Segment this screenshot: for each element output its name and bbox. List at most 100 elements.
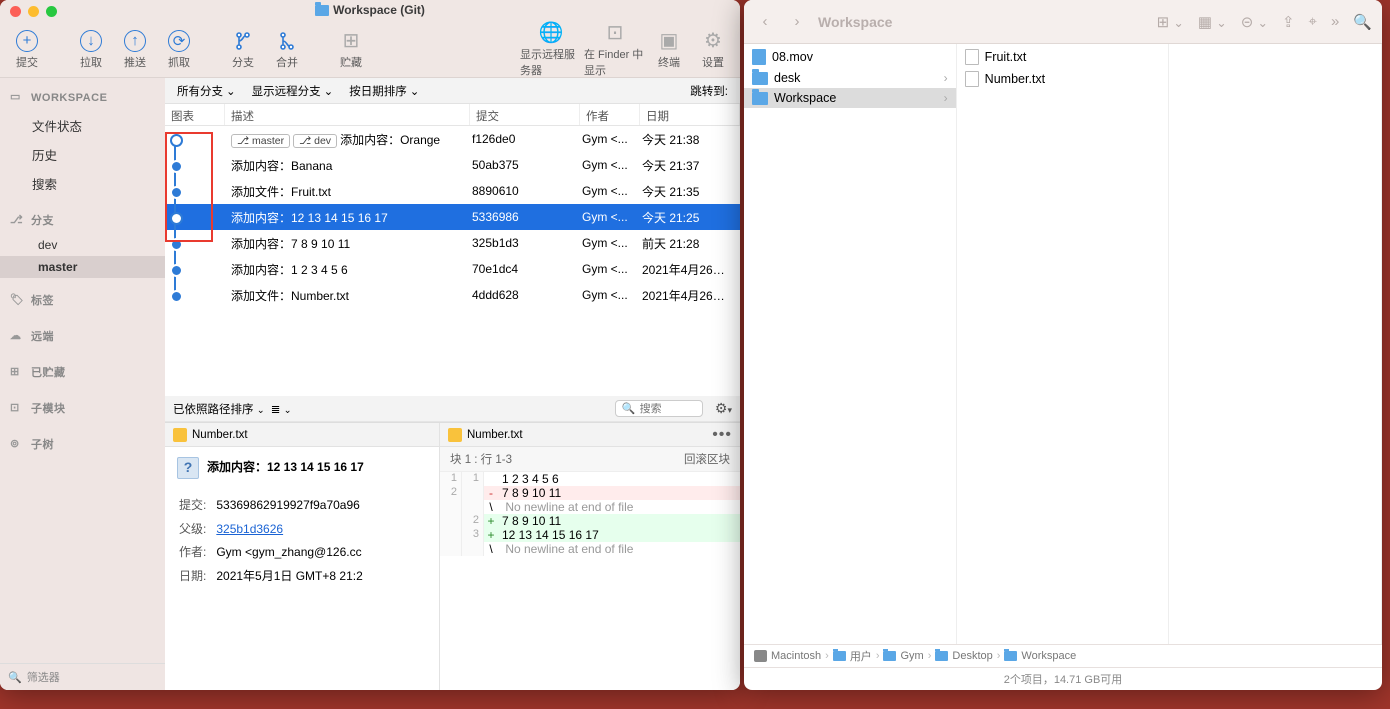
revert-hunk-button[interactable]: 回滚区块 — [684, 451, 730, 467]
finder-path-bar[interactable]: Macintosh› 用户› Gym› Desktop› Workspace — [744, 644, 1382, 667]
commit-button[interactable]: +提交 — [6, 24, 48, 76]
col-author[interactable]: 作者 — [580, 104, 640, 125]
detail-search[interactable]: 🔍 — [615, 400, 703, 417]
sidebar-filter[interactable]: 🔍 筛选器 — [0, 663, 165, 690]
finder-item[interactable]: desk› — [744, 68, 956, 88]
merge-button[interactable]: 合并 — [266, 24, 308, 76]
col-desc[interactable]: 描述 — [225, 104, 470, 125]
view-mode-icon[interactable]: ≣ ⌄ — [271, 402, 292, 416]
finder-item[interactable]: Workspace› — [744, 88, 956, 108]
search-icon: 🔍 — [622, 402, 636, 415]
show-remote-button[interactable]: 🌐显示远程服务器 — [520, 24, 582, 76]
chevron-right-icon: › — [944, 71, 948, 85]
val-parent[interactable]: 325b1d3626 — [216, 522, 283, 536]
diff-body: 11 1 2 3 4 5 62-7 8 9 10 11\ No newline … — [440, 472, 740, 556]
terminal-button[interactable]: ▣终端 — [648, 24, 690, 76]
finder-item[interactable]: 08.mov — [744, 46, 956, 68]
diff-line: \ No newline at end of file — [440, 500, 740, 514]
lbl-commit: 提交: — [179, 495, 214, 517]
file-icon — [965, 71, 979, 87]
commit-row[interactable]: 添加内容：12 13 14 15 16 175336986Gym <...今天 … — [165, 204, 740, 230]
push-button[interactable]: ↑推送 — [114, 24, 156, 76]
diff-line: \ No newline at end of file — [440, 542, 740, 556]
avatar-placeholder-icon: ? — [177, 457, 199, 479]
back-button[interactable]: ‹ — [754, 11, 776, 33]
branch-button[interactable]: 分支 — [222, 24, 264, 76]
sidebar-history[interactable]: 历史 — [0, 140, 165, 169]
finder-item[interactable]: Number.txt — [957, 68, 1169, 90]
lbl-parent: 父级: — [179, 519, 214, 541]
file-tab[interactable]: Number.txt — [165, 423, 439, 447]
branches-header[interactable]: ⎇分支 — [0, 206, 165, 234]
filter-placeholder: 筛选器 — [27, 669, 60, 685]
tag-icon[interactable]: ⌖ — [1309, 13, 1317, 30]
forward-button[interactable]: › — [786, 11, 808, 33]
more-icon[interactable]: ••• — [712, 426, 732, 444]
folder-icon — [315, 5, 329, 16]
remote-toggle[interactable]: 显示远程分支 ⌄ — [246, 81, 340, 101]
file-pane: Number.txt ? 添加内容：12 13 14 15 16 17 提交:5… — [165, 423, 440, 690]
col-graph[interactable]: 图表 — [165, 104, 225, 125]
tags-header[interactable]: 🏷标签 — [0, 286, 165, 314]
settings-button[interactable]: ⚙设置 — [692, 24, 734, 76]
disk-icon — [754, 650, 767, 662]
branch-master[interactable]: master — [0, 256, 165, 278]
column-headers: 图表 描述 提交 作者 日期 — [165, 104, 740, 126]
finder-title: Workspace — [818, 14, 892, 30]
file-status-icon — [448, 428, 462, 442]
subtrees-header[interactable]: ⊚子树 — [0, 430, 165, 458]
filter-icon: 🔍 — [8, 671, 22, 684]
folder-icon — [752, 72, 768, 85]
group-icon[interactable]: ▦ ⌄ — [1198, 13, 1227, 31]
diff-line: 2-7 8 9 10 11 — [440, 486, 740, 500]
toolbar: +提交 ↓拉取 ↑推送 ⟳抓取 分支 合并 ⊞贮藏 🌐显示远程服务器 ⊡在 Fi… — [0, 22, 740, 78]
folder-icon — [752, 92, 768, 105]
chevron-right-icon: › — [944, 91, 948, 105]
fetch-button[interactable]: ⟳抓取 — [158, 24, 200, 76]
finder-column-2: Fruit.txtNumber.txt — [957, 44, 1170, 644]
folder-icon — [1004, 651, 1017, 661]
remotes-header[interactable]: ☁远端 — [0, 322, 165, 350]
action-icon[interactable]: ⊝ ⌄ — [1241, 13, 1268, 31]
stash-button[interactable]: ⊞贮藏 — [330, 24, 372, 76]
pull-button[interactable]: ↓拉取 — [70, 24, 112, 76]
diff-line: 3+12 13 14 15 16 17 — [440, 528, 740, 542]
file-icon — [965, 49, 979, 65]
search-icon[interactable]: 🔍 — [1353, 13, 1372, 31]
more-icon[interactable]: » — [1331, 13, 1339, 30]
col-date[interactable]: 日期 — [640, 104, 740, 125]
gear-icon[interactable]: ⚙▾ — [715, 400, 732, 417]
commit-row[interactable]: 添加文件：Fruit.txt8890610Gym <...今天 21:35 — [165, 178, 740, 204]
window-title: Workspace (Git) — [0, 3, 740, 17]
path-sort[interactable]: 已依照路径排序 ⌄ — [173, 401, 265, 417]
commit-row[interactable]: 添加内容：7 8 9 10 11325b1d3Gym <...前天 21:28 — [165, 230, 740, 256]
finder-item[interactable]: Fruit.txt — [957, 46, 1169, 68]
show-in-finder-button[interactable]: ⊡在 Finder 中显示 — [584, 24, 646, 76]
sidebar-search[interactable]: 搜索 — [0, 169, 165, 198]
sidebar-file-status[interactable]: 文件状态 — [0, 111, 165, 140]
submodules-header[interactable]: ⊡子模块 — [0, 394, 165, 422]
branch-filter[interactable]: 所有分支 ⌄ — [171, 81, 242, 101]
stashes-header[interactable]: ⊞已贮藏 — [0, 358, 165, 386]
main-area: 所有分支 ⌄ 显示远程分支 ⌄ 按日期排序 ⌄ 跳转到: 图表 描述 提交 作者… — [165, 78, 740, 690]
branch-dev[interactable]: dev — [0, 234, 165, 256]
commit-row[interactable]: ⎇ master⎇ dev添加内容：Orangef126de0Gym <...今… — [165, 126, 740, 152]
lbl-author: 作者: — [179, 542, 214, 564]
commit-row[interactable]: 添加文件：Number.txt4ddd628Gym <...2021年4月26日… — [165, 282, 740, 308]
search-input[interactable] — [640, 403, 694, 415]
diff-line: 2+7 8 9 10 11 — [440, 514, 740, 528]
diff-pane: Number.txt ••• 块 1 : 行 1-3 回滚区块 11 1 2 3… — [440, 423, 740, 690]
val-commit: 53369862919927f9a70a96 — [216, 495, 362, 517]
diff-file-tab[interactable]: Number.txt — [448, 428, 523, 442]
order-select[interactable]: 按日期排序 ⌄ — [343, 81, 425, 101]
commit-row[interactable]: 添加内容：1 2 3 4 5 670e1dc4Gym <...2021年4月26… — [165, 256, 740, 282]
commit-list: ⎇ master⎇ dev添加内容：Orangef126de0Gym <...今… — [165, 126, 740, 396]
col-commit[interactable]: 提交 — [470, 104, 580, 125]
view-icon[interactable]: ⊞ ⌄ — [1157, 13, 1184, 31]
workspace-header: ▭WORKSPACE — [0, 84, 165, 111]
commit-row[interactable]: 添加内容：Banana50ab375Gym <...今天 21:37 — [165, 152, 740, 178]
folder-icon — [935, 651, 948, 661]
detail-toolbar: 已依照路径排序 ⌄ ≣ ⌄ 🔍 ⚙▾ — [165, 396, 740, 422]
jump-to[interactable]: 跳转到: — [684, 81, 734, 101]
share-icon[interactable]: ⇪ — [1282, 13, 1295, 31]
